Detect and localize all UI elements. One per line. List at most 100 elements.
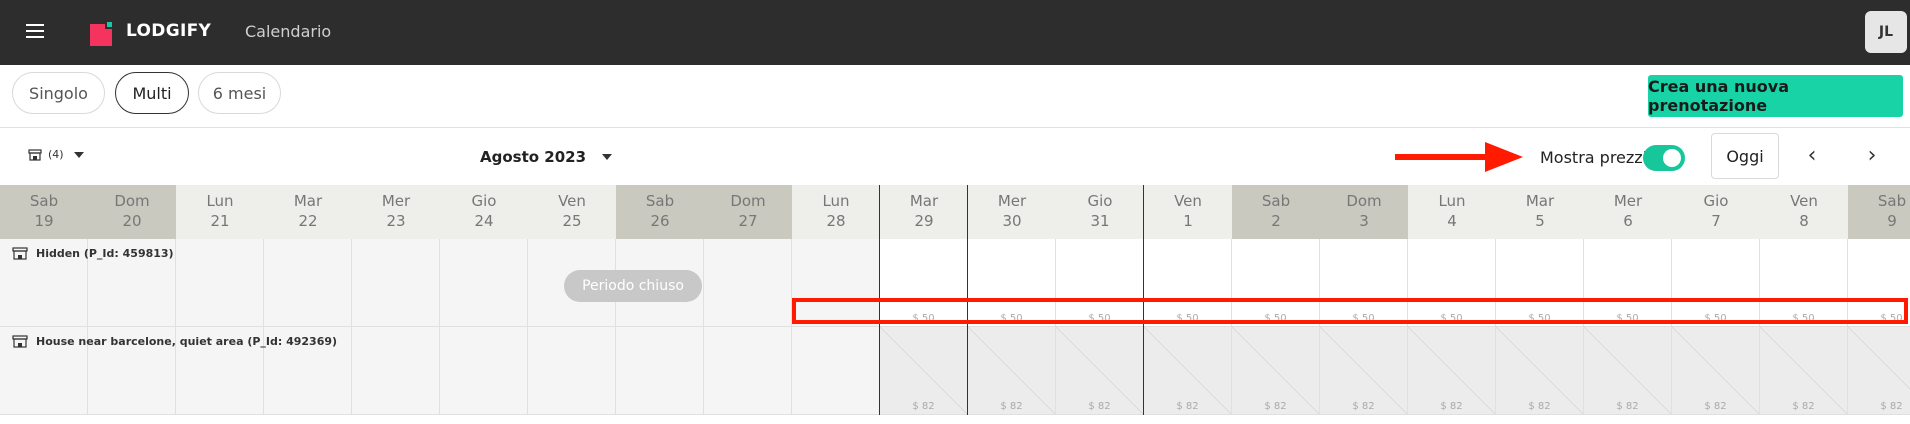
tab-6-mesi[interactable]: 6 mesi	[198, 72, 281, 114]
property-icon	[12, 335, 28, 348]
logo-text: LODGIFY	[126, 21, 212, 41]
tab-multi[interactable]: Multi	[115, 72, 189, 114]
day-of-week: Mer	[997, 192, 1027, 210]
chevron-down-icon	[602, 154, 613, 160]
day-number: 4	[1447, 212, 1457, 230]
day-header: Mar 5	[1496, 185, 1584, 239]
day-number: 9	[1887, 212, 1897, 230]
day-header: Sab 26	[616, 185, 704, 239]
day-cell[interactable]: $ 82	[1232, 327, 1320, 415]
day-number: 1	[1183, 212, 1193, 230]
property-name: Hidden (P_Id: 459813)	[36, 247, 174, 260]
show-prices-toggle[interactable]	[1643, 145, 1685, 171]
annotation-highlight-box	[792, 298, 1908, 324]
price-label: $ 82	[1264, 401, 1287, 412]
day-number: 29	[914, 212, 934, 230]
day-of-week: Sab	[1261, 192, 1291, 210]
day-number: 28	[826, 212, 846, 230]
day-of-week: Lun	[206, 192, 234, 210]
day-number: 22	[298, 212, 318, 230]
day-cell[interactable]	[528, 327, 616, 415]
menu-icon[interactable]	[26, 24, 44, 40]
day-of-week: Lun	[822, 192, 850, 210]
month-selector[interactable]: Agosto 2023	[480, 148, 613, 166]
day-number: 3	[1359, 212, 1369, 230]
day-cell[interactable]	[704, 327, 792, 415]
day-number: 20	[122, 212, 142, 230]
next-period-button[interactable]: ›	[1857, 140, 1887, 170]
day-number: 8	[1799, 212, 1809, 230]
day-cell[interactable]	[792, 327, 880, 415]
price-label: $ 82	[1880, 401, 1903, 412]
day-of-week: Gio	[1087, 192, 1113, 210]
today-button[interactable]: Oggi	[1711, 133, 1779, 179]
price-label: $ 82	[1352, 401, 1375, 412]
day-cell[interactable]: $ 82	[880, 327, 968, 415]
property-icon	[28, 148, 42, 161]
day-of-week: Mar	[1525, 192, 1555, 210]
day-cell[interactable]	[352, 327, 440, 415]
day-cell[interactable]: $ 82	[1584, 327, 1672, 415]
day-cell[interactable]	[440, 327, 528, 415]
day-of-week: Dom	[1346, 192, 1382, 210]
day-of-week: Ven	[558, 192, 586, 210]
tab-singolo[interactable]: Singolo	[12, 72, 105, 114]
day-cell[interactable]: $ 82	[1496, 327, 1584, 415]
day-header: Lun 4	[1408, 185, 1496, 239]
day-of-week: Ven	[1174, 192, 1202, 210]
price-label: $ 82	[1176, 401, 1199, 412]
day-header: Mer 23	[352, 185, 440, 239]
day-cell[interactable]: $ 82	[1320, 327, 1408, 415]
price-label: $ 82	[1440, 401, 1463, 412]
day-number: 25	[562, 212, 582, 230]
day-header: Ven 1	[1144, 185, 1232, 239]
day-number: 6	[1623, 212, 1633, 230]
day-cell[interactable]: $ 82	[1672, 327, 1760, 415]
day-cell[interactable]	[352, 239, 440, 327]
property-row-label[interactable]: Hidden (P_Id: 459813)	[12, 247, 174, 260]
day-header: Dom 27	[704, 185, 792, 239]
day-header: Dom 3	[1320, 185, 1408, 239]
day-cell[interactable]	[440, 239, 528, 327]
day-number: 7	[1711, 212, 1721, 230]
day-cell[interactable]: $ 82	[1760, 327, 1848, 415]
day-number: 26	[650, 212, 670, 230]
property-count: (4)	[48, 148, 64, 161]
property-filter[interactable]: (4)	[28, 148, 84, 161]
day-cell[interactable]	[264, 239, 352, 327]
day-number: 2	[1271, 212, 1281, 230]
day-header: Ven 8	[1760, 185, 1848, 239]
day-number: 31	[1090, 212, 1110, 230]
calendar-toolbar: (4) Agosto 2023 Mostra prezzi Oggi ‹ ›	[0, 128, 1910, 185]
day-header: Ven 25	[528, 185, 616, 239]
day-cell[interactable]: $ 82	[968, 327, 1056, 415]
day-cell[interactable]	[616, 327, 704, 415]
closed-period-badge[interactable]: Periodo chiuso	[564, 270, 702, 302]
day-number: 21	[210, 212, 230, 230]
price-label: $ 82	[1616, 401, 1639, 412]
price-label: $ 82	[912, 401, 935, 412]
day-header: Gio 7	[1672, 185, 1760, 239]
day-of-week: Mar	[909, 192, 939, 210]
day-cell[interactable]	[704, 239, 792, 327]
day-header: Sab 2	[1232, 185, 1320, 239]
day-cell[interactable]: $ 82	[1144, 327, 1232, 415]
day-header: Lun 21	[176, 185, 264, 239]
day-of-week: Dom	[114, 192, 150, 210]
day-of-week: Gio	[471, 192, 497, 210]
day-header: Gio 24	[440, 185, 528, 239]
avatar[interactable]: JL	[1865, 11, 1907, 53]
day-of-week: Mer	[381, 192, 411, 210]
view-tabs-bar: Singolo Multi 6 mesi Crea una nuova pren…	[0, 65, 1910, 128]
day-cell[interactable]: $ 82	[1056, 327, 1144, 415]
property-row-label[interactable]: House near barcelone, quiet area (P_Id: …	[12, 335, 337, 348]
day-cell[interactable]: $ 82	[1408, 327, 1496, 415]
day-header: Dom 20	[88, 185, 176, 239]
top-bar: LODGIFY Calendario JL	[0, 0, 1910, 65]
day-header: Mer 6	[1584, 185, 1672, 239]
show-prices-label: Mostra prezzi	[1540, 148, 1648, 167]
new-booking-button[interactable]: Crea una nuova prenotazione	[1648, 75, 1903, 117]
day-cell[interactable]: $ 82	[1848, 327, 1910, 415]
day-cell[interactable]	[176, 239, 264, 327]
prev-period-button[interactable]: ‹	[1797, 140, 1827, 170]
